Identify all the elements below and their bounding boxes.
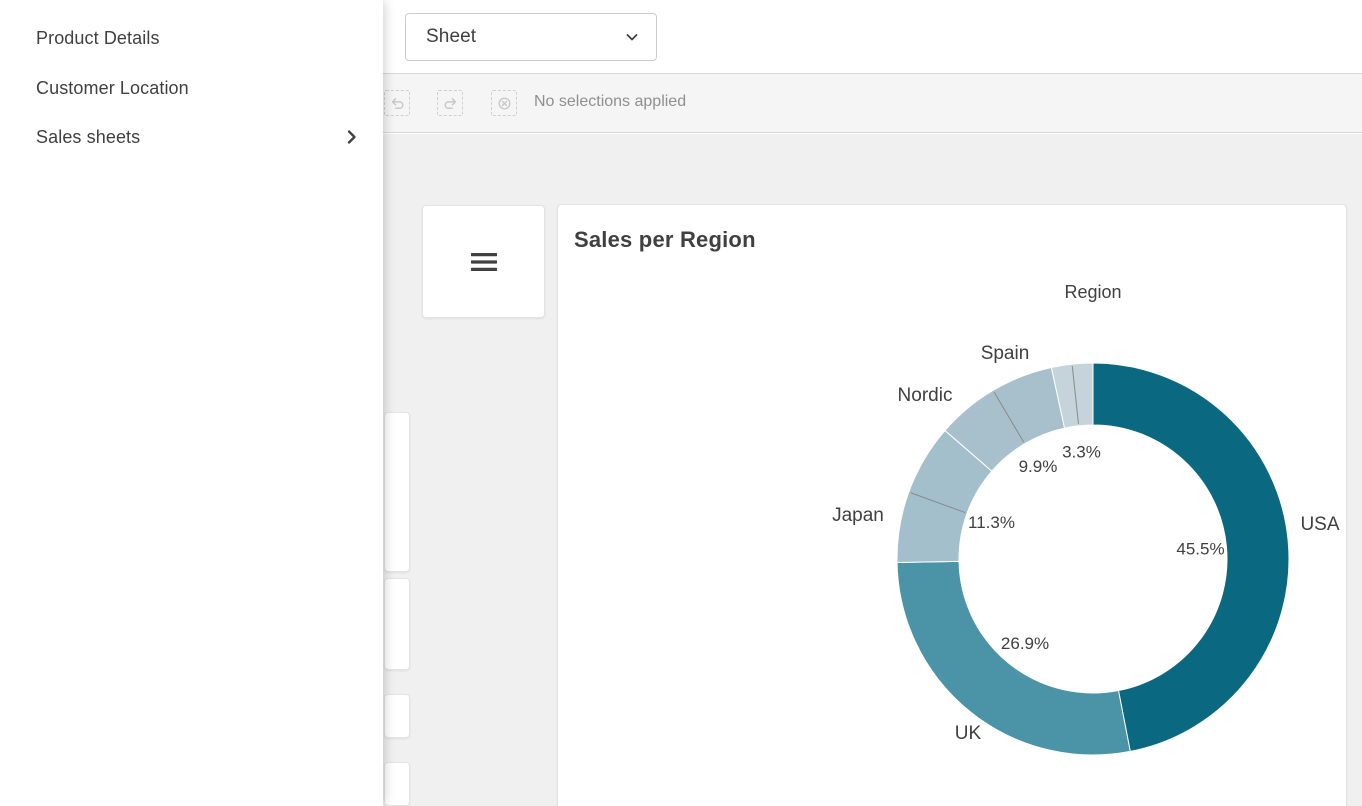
undo-selection-button[interactable]: [384, 90, 410, 116]
donut-category-label-nordic: Nordic: [898, 385, 953, 406]
donut-slice-group: [897, 363, 1289, 755]
donut-value-label-spain: 3.3%: [1062, 443, 1101, 462]
sheet-list-item-sales-sheets[interactable]: Sales sheets: [0, 112, 383, 162]
filter-pane-stub[interactable]: [384, 762, 410, 806]
undo-icon: [389, 95, 406, 112]
sheet-list-item-label: Sales sheets: [36, 127, 343, 148]
filter-pane-stub[interactable]: [384, 578, 410, 670]
donut-category-label-usa: USA: [1300, 514, 1339, 535]
sheet-list-item-label: Customer Location: [36, 78, 361, 99]
donut-category-label-uk: UK: [955, 723, 982, 744]
donut-value-label-nordic: 9.9%: [1019, 457, 1058, 476]
filter-pane-stub[interactable]: [384, 412, 410, 572]
chart-card-sales-per-region[interactable]: Sales per Region 45.5%USA26.9%UK11.3%Jap…: [557, 204, 1347, 806]
donut-dimension-label: Region: [1064, 282, 1121, 302]
app-root: Sheet: [0, 0, 1362, 806]
donut-chart-svg[interactable]: 45.5%USA26.9%UK11.3%Japan9.9%Nordic3.3%S…: [558, 205, 1348, 806]
donut-chart[interactable]: 45.5%USA26.9%UK11.3%Japan9.9%Nordic3.3%S…: [558, 205, 1348, 806]
donut-value-label-usa: 45.5%: [1176, 540, 1224, 559]
sheet-list-item-product-details[interactable]: Product Details: [0, 13, 383, 63]
donut-category-label-spain: Spain: [981, 343, 1030, 364]
hamburger-icon: [471, 252, 497, 272]
sheet-list-item-label: Product Details: [36, 28, 361, 49]
donut-category-label-japan: Japan: [832, 505, 884, 526]
clear-selections-button[interactable]: [491, 90, 517, 116]
redo-selection-button[interactable]: [437, 90, 463, 116]
sheet-selector-label: Sheet: [426, 26, 624, 48]
donut-slice-uk[interactable]: [897, 561, 1130, 755]
clear-selections-icon: [496, 95, 513, 112]
chevron-right-icon: [343, 128, 361, 146]
donut-value-label-uk: 26.9%: [1001, 634, 1049, 653]
chevron-down-icon: [624, 29, 640, 45]
filter-pane-stub[interactable]: [384, 694, 410, 738]
sheet-list-item-customer-location[interactable]: Customer Location: [0, 63, 383, 113]
redo-icon: [442, 95, 459, 112]
sheet-list-dropdown[interactable]: Product Details Customer Location Sales …: [0, 0, 383, 806]
selection-status-text: No selections applied: [534, 93, 686, 111]
donut-value-label-japan: 11.3%: [968, 513, 1015, 532]
sheet-navigation-button[interactable]: [422, 205, 545, 318]
sheet-selector-button[interactable]: Sheet: [405, 13, 657, 61]
